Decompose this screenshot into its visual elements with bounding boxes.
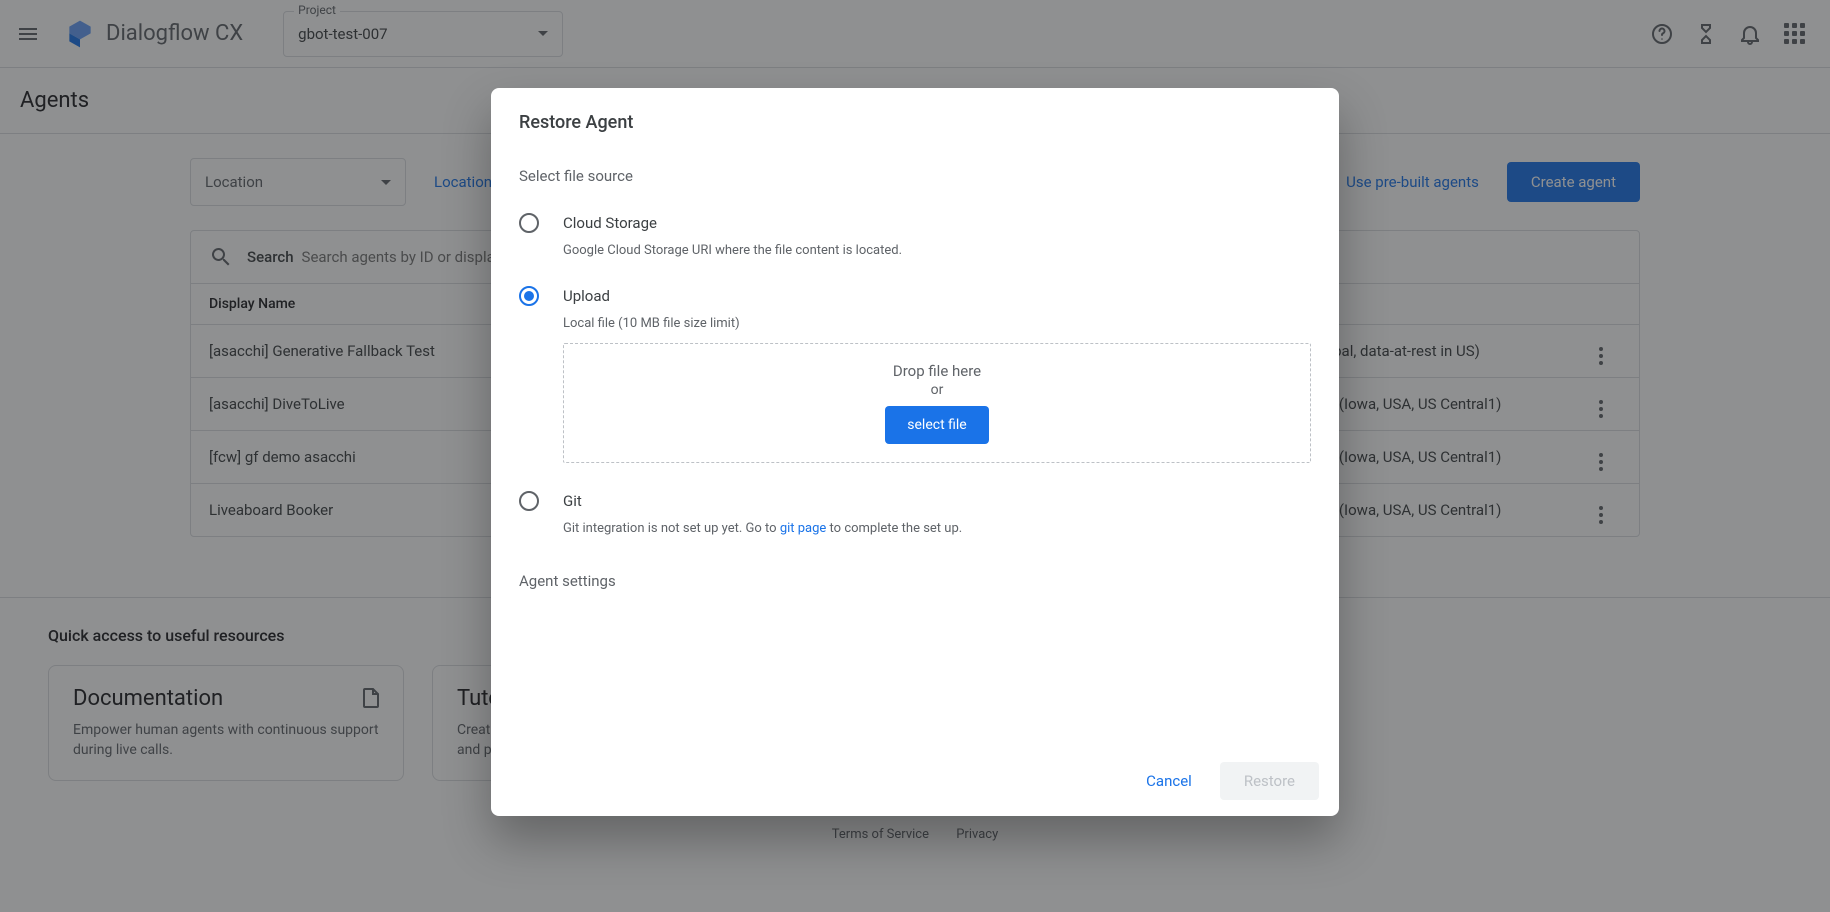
cancel-button[interactable]: Cancel: [1126, 762, 1212, 800]
modal-scrim[interactable]: Restore Agent Select file source Cloud S…: [0, 0, 1830, 912]
modal-title: Restore Agent: [491, 88, 1339, 143]
radio-label: Upload: [563, 287, 610, 305]
modal-footer: Cancel Restore: [491, 746, 1339, 816]
restore-button: Restore: [1220, 762, 1319, 800]
source-section-label: Select file source: [519, 167, 1311, 185]
radio-icon: [519, 213, 539, 233]
upload-desc: Local file (10 MB file size limit): [563, 316, 1311, 331]
radio-icon: [519, 286, 539, 306]
radio-label: Cloud Storage: [563, 214, 657, 232]
cloud-storage-radio[interactable]: Cloud Storage: [519, 213, 1311, 233]
git-page-link[interactable]: git page: [780, 521, 827, 536]
git-desc: Git integration is not set up yet. Go to…: [563, 521, 1311, 536]
restore-agent-modal: Restore Agent Select file source Cloud S…: [491, 88, 1339, 816]
git-radio[interactable]: Git: [519, 491, 1311, 511]
cloud-storage-desc: Google Cloud Storage URI where the file …: [563, 243, 1311, 258]
dropzone-or: or: [582, 382, 1292, 398]
select-file-button[interactable]: select file: [885, 406, 988, 444]
file-dropzone[interactable]: Drop file here or select file: [563, 343, 1311, 463]
modal-body: Select file source Cloud Storage Google …: [491, 143, 1339, 746]
upload-radio[interactable]: Upload: [519, 286, 1311, 306]
dropzone-text: Drop file here: [582, 362, 1292, 380]
radio-label: Git: [563, 492, 582, 510]
agent-settings-section-label: Agent settings: [519, 572, 1311, 590]
radio-icon: [519, 491, 539, 511]
